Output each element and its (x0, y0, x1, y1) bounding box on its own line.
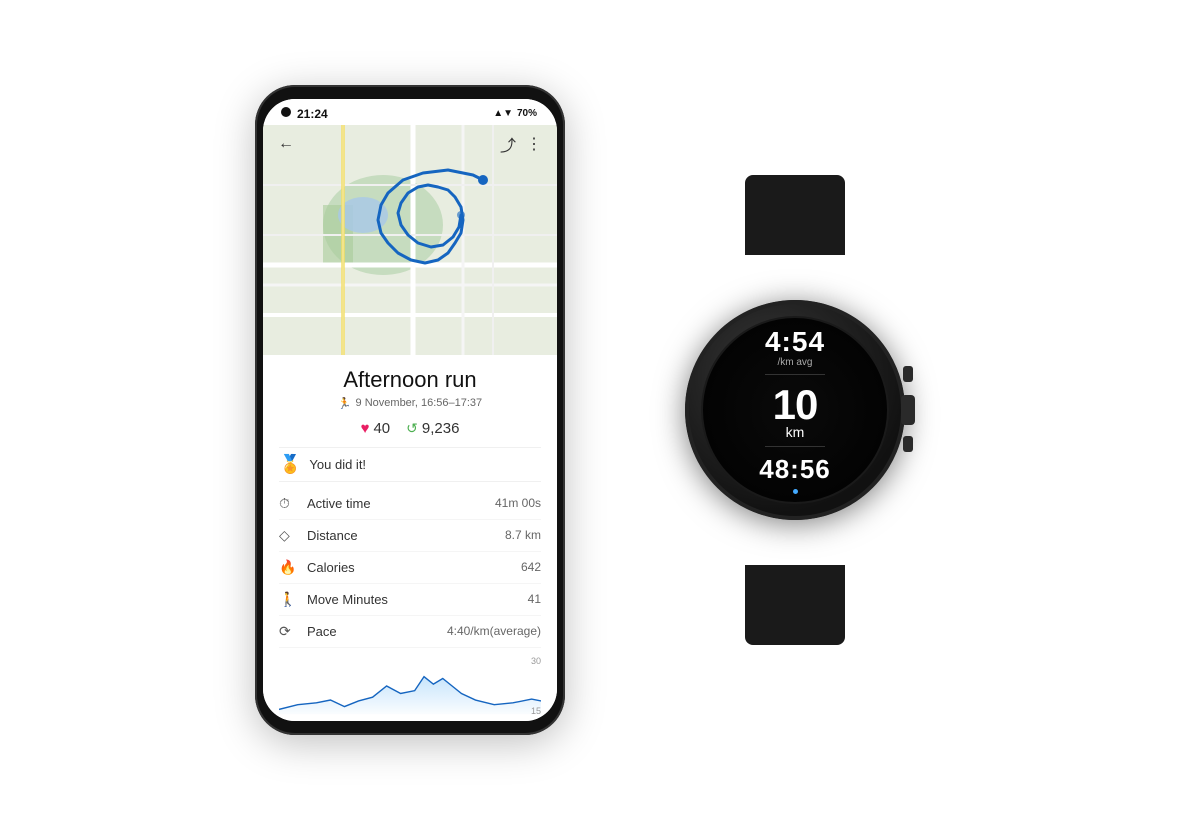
distance-value: 8.7 km (505, 528, 541, 542)
status-icons: ▲▼ 70% (493, 108, 537, 119)
walk-icon: 🚶 (279, 591, 301, 608)
calories-value: 642 (521, 560, 541, 574)
chart-label-top: 30 (531, 656, 541, 666)
more-button[interactable]: ⋮ (521, 131, 547, 157)
map-area: ← ⤴ ⋮ (263, 125, 557, 355)
watch-pace-label: /km avg (777, 357, 812, 369)
active-time-label: Active time (307, 496, 495, 511)
distance-label: Distance (307, 528, 505, 543)
pace-row: ⟳ Pace 4:40/km(average) (279, 616, 541, 648)
timer-icon: ⏱ (279, 495, 301, 512)
watch-time-group: 48:56 (759, 452, 831, 485)
back-button[interactable]: ← (273, 131, 299, 157)
watch-distance-unit: km (786, 424, 805, 441)
active-time-value: 41m 00s (495, 496, 541, 510)
status-time: 21:24 (297, 107, 328, 121)
move-minutes-value: 41 (528, 592, 541, 606)
move-minutes-row: 🚶 Move Minutes 41 (279, 584, 541, 616)
status-bar: 21:24 ▲▼ 70% (263, 99, 557, 125)
calories-label: Calories (307, 560, 521, 575)
distance-icon: ◇ (279, 527, 301, 544)
trophy-icon: 🏅 (279, 454, 301, 475)
battery-icon: 70% (517, 108, 537, 119)
watch-crown (901, 395, 915, 425)
move-minutes-label: Move Minutes (307, 592, 528, 607)
steps-icon: ↺ (406, 420, 418, 437)
you-did-it-banner: 🏅 You did it! (279, 447, 541, 482)
activity-date: 🏃 9 November, 16:56–17:37 (279, 397, 541, 410)
watch-strap-bottom (745, 565, 845, 645)
watch-distance-group: 10 km (773, 380, 818, 441)
chart-labels: 30 15 (531, 656, 541, 716)
pace-icon: ⟳ (279, 623, 301, 640)
chart-label-bottom: 15 (531, 706, 541, 716)
phone-device: 21:24 ▲▼ 70% (255, 85, 565, 735)
share-button[interactable]: ⤴ (495, 131, 521, 157)
watch-time-value: 48:56 (759, 454, 831, 485)
active-time-row: ⏱ Active time 41m 00s (279, 488, 541, 520)
run-icon: 🏃 (338, 397, 352, 410)
activity-title: Afternoon run (279, 367, 541, 393)
watch-case: 4:54 /km avg 10 km 48:56 (685, 300, 905, 520)
map-toolbar: ← ⤴ ⋮ (263, 125, 557, 163)
stats-row: ♥ 40 ↺ 9,236 (279, 420, 541, 437)
watch-screen: 4:54 /km avg 10 km 48:56 (701, 316, 889, 504)
phone-screen: 21:24 ▲▼ 70% (263, 99, 557, 721)
watch-status-dot (793, 489, 798, 494)
watch-divider-1 (765, 374, 825, 375)
pace-label: Pace (307, 624, 447, 639)
camera-hole (281, 107, 291, 117)
watch-pace-group: 4:54 /km avg (765, 325, 825, 369)
watch-divider-2 (765, 446, 825, 447)
steps-stat: ↺ 9,236 (406, 420, 459, 437)
watch-device: 4:54 /km avg 10 km 48:56 (645, 225, 945, 595)
watch-distance-value: 10 (773, 380, 818, 430)
watch-pace-value: 4:54 (765, 325, 825, 359)
wifi-icon: ▲▼ (493, 108, 513, 119)
watch-button-bottom (903, 436, 913, 452)
heart-points-stat: ♥ 40 (361, 420, 391, 437)
chart-area: 30 15 (279, 656, 541, 716)
calories-icon: 🔥 (279, 559, 301, 576)
content-area: Afternoon run 🏃 9 November, 16:56–17:37 … (263, 355, 557, 721)
watch-button-top (903, 366, 913, 382)
heart-icon: ♥ (361, 420, 370, 437)
you-did-it-text: You did it! (309, 457, 366, 472)
watch-body: 4:54 /km avg 10 km 48:56 (685, 300, 905, 520)
watch-strap-top (745, 175, 845, 255)
pace-value: 4:40/km(average) (447, 624, 541, 638)
calories-row: 🔥 Calories 642 (279, 552, 541, 584)
distance-row: ◇ Distance 8.7 km (279, 520, 541, 552)
chart-svg (279, 656, 541, 716)
